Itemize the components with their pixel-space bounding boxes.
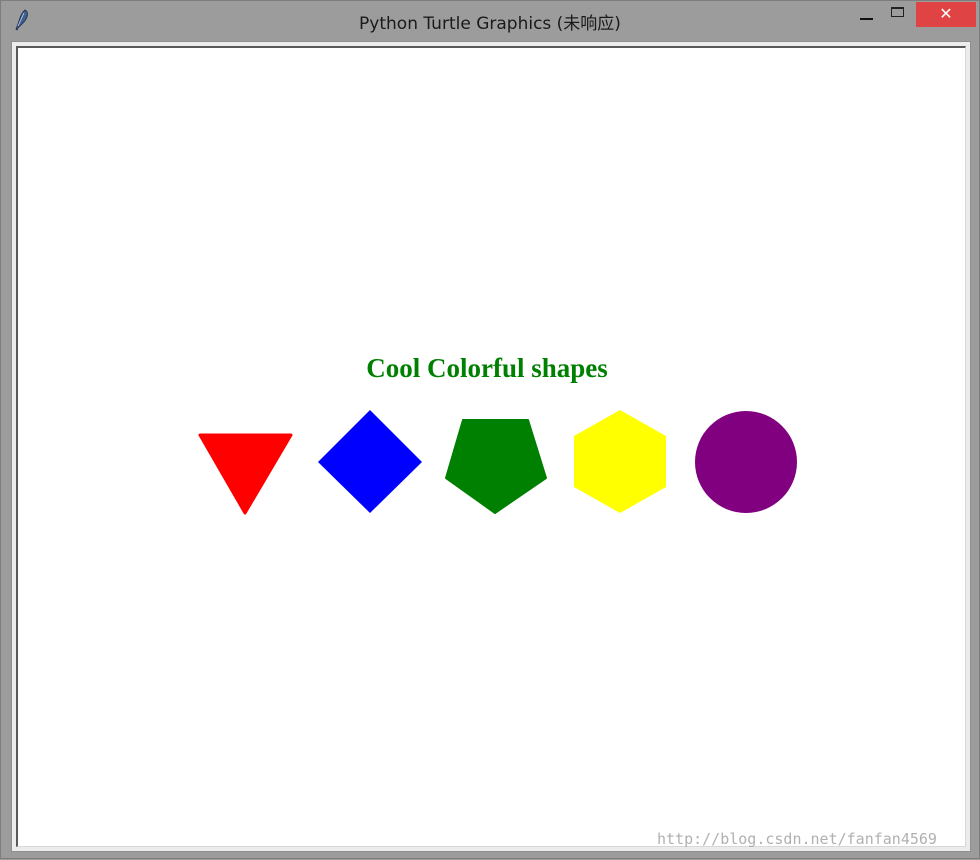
square-shape (318, 410, 422, 513)
pentagon-shape (445, 419, 547, 514)
triangle-shape (198, 433, 293, 515)
shapes-layer (198, 410, 797, 515)
watermark-text: http://blog.csdn.net/fanfan4569 (657, 830, 937, 848)
turtle-window: Python Turtle Graphics (未响应) ✕ Cool Colo… (0, 0, 980, 859)
circle-shape (695, 411, 797, 513)
hexagon-shape (574, 410, 666, 513)
